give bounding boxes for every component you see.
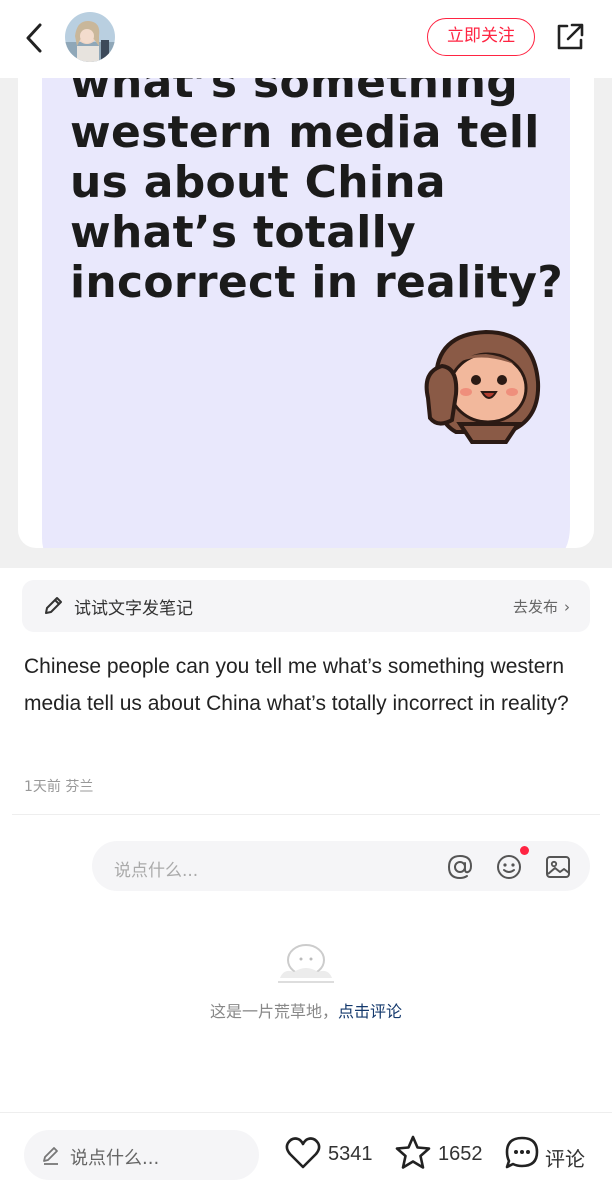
text-note-bar[interactable]: 试试文字发笔记 去发布 ›: [22, 580, 590, 632]
mascot-sticker-icon: [424, 329, 541, 444]
mention-icon[interactable]: [446, 853, 474, 881]
like-count: 5341: [328, 1143, 373, 1165]
share-button[interactable]: [553, 20, 587, 54]
image-headline: what’s something western media tell us a…: [70, 78, 570, 308]
post-body: Chinese people can you tell me what’s so…: [24, 655, 569, 715]
empty-comments-icon: [278, 944, 334, 983]
top-bar: 立即关注: [0, 0, 612, 78]
comment-placeholder: 说点什么...: [114, 861, 199, 881]
collect-count: 1652: [438, 1143, 483, 1165]
headline-line: what’s totally: [70, 207, 416, 258]
chevron-left-icon: [26, 23, 42, 53]
bottom-divider: [0, 1112, 612, 1113]
chevron-right-icon: ›: [564, 598, 570, 616]
back-button[interactable]: [20, 20, 50, 56]
pencil-icon: [45, 597, 62, 614]
empty-state-text: 这是一片荒草地，: [209, 1002, 338, 1021]
notification-dot: [520, 846, 529, 855]
headline-line: incorrect in reality?: [70, 257, 564, 308]
image-icon[interactable]: [544, 853, 572, 881]
bottom-comment-input[interactable]: 说点什么...: [24, 1130, 259, 1180]
star-icon: [395, 1135, 431, 1169]
bottom-input-placeholder: 说点什么...: [70, 1148, 160, 1169]
follow-button[interactable]: 立即关注: [427, 18, 535, 56]
headline-line: us about China: [70, 157, 446, 208]
comment-label: 评论: [545, 1149, 585, 1171]
emoji-icon[interactable]: [495, 853, 523, 881]
headline-line: what’s something: [70, 78, 519, 108]
collect-button[interactable]: 1652: [394, 1134, 486, 1174]
pencil-icon: [43, 1147, 58, 1165]
publish-link[interactable]: 去发布 ›: [513, 596, 570, 617]
publish-label: 去发布: [512, 598, 558, 616]
headline-line: western media tell: [70, 107, 540, 158]
post-meta: 1天前 芬兰: [24, 779, 94, 795]
note-bar-label: 试试文字发笔记: [74, 599, 193, 619]
comment-bubble-icon: [505, 1136, 539, 1169]
post-image[interactable]: what’s something western media tell us a…: [0, 78, 612, 568]
comment-link[interactable]: 点击评论: [338, 1002, 402, 1021]
share-icon: [557, 23, 584, 50]
comment-button[interactable]: 评论: [503, 1134, 595, 1174]
divider: [12, 814, 600, 815]
empty-state-message: 这是一片荒草地，点击评论: [0, 998, 612, 1022]
like-button[interactable]: 5341: [284, 1134, 376, 1174]
author-avatar[interactable]: [65, 12, 115, 62]
image-card: what’s something western media tell us a…: [18, 78, 594, 548]
heart-icon: [285, 1137, 321, 1169]
comment-input[interactable]: 说点什么...: [92, 841, 590, 891]
